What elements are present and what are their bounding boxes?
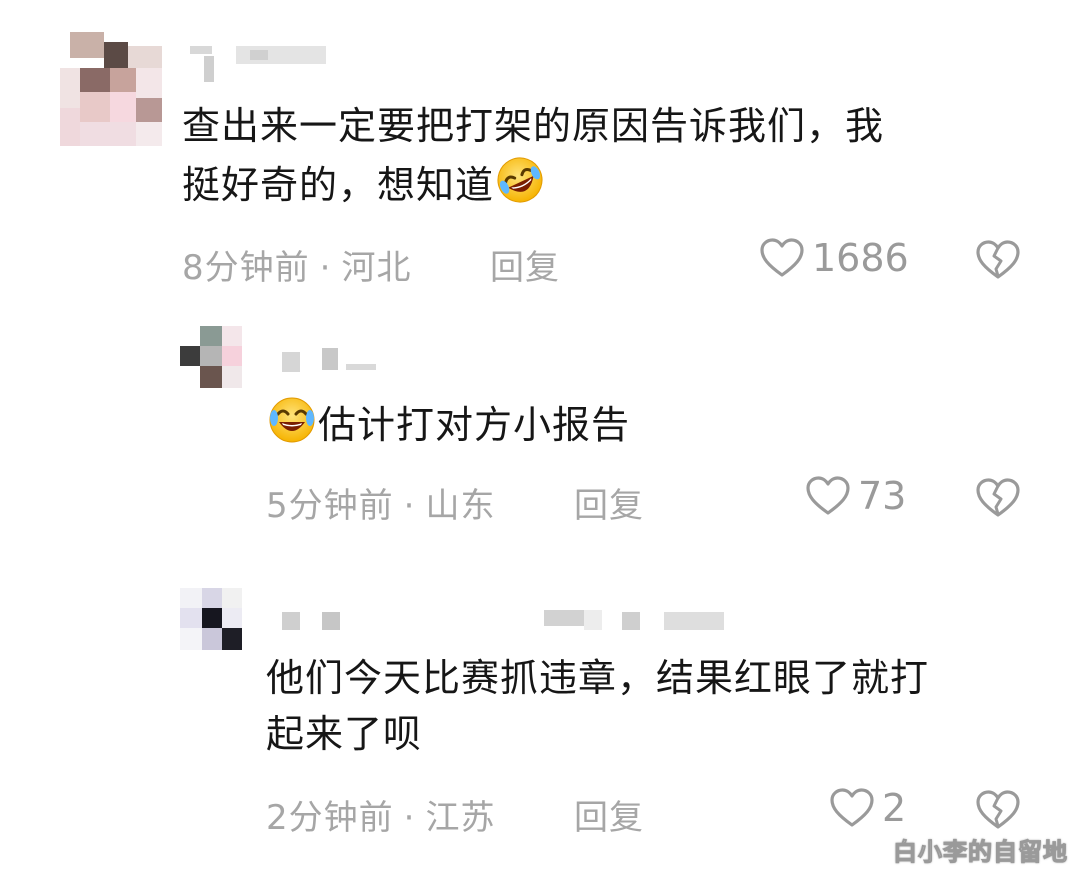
- avatar[interactable]: [60, 32, 162, 146]
- comment-time: 2分钟前: [266, 798, 394, 838]
- heart-outline-icon: [830, 788, 874, 827]
- crying-laughing-emoji: [266, 394, 318, 446]
- comment-1: 查出来一定要把打架的原因告诉我们，我 挺好奇的，想知道 8分钟前 · 河北 回复 1…: [0, 0, 1080, 300]
- like-button[interactable]: 1686: [758, 234, 909, 282]
- username-blurred[interactable]: [282, 348, 382, 372]
- reply-button[interactable]: 回复: [490, 240, 560, 289]
- dislike-button[interactable]: [974, 236, 1022, 286]
- comment-text: 查出来一定要把打架的原因告诉我们，我 挺好奇的，想知道: [182, 98, 884, 213]
- comment-meta: 2分钟前 · 江苏: [266, 798, 496, 838]
- comment-location: 山东: [425, 486, 496, 526]
- like-button[interactable]: 73: [804, 472, 906, 520]
- like-count: 2: [882, 786, 907, 830]
- comment-time: 8分钟前: [182, 248, 310, 288]
- comment-2: 估计打对方小报告 5分钟前 · 山东 回复 73: [0, 300, 1080, 560]
- comment-location: 江苏: [425, 798, 496, 838]
- dislike-button[interactable]: [974, 474, 1022, 524]
- reply-button[interactable]: 回复: [574, 478, 644, 527]
- comment-time: 5分钟前: [266, 486, 394, 526]
- like-count: 73: [858, 474, 907, 518]
- like-count: 1686: [812, 236, 909, 280]
- comment-location: 河北: [341, 248, 412, 288]
- rolling-laughing-emoji: [494, 154, 546, 206]
- comment-meta: 5分钟前 · 山东: [266, 486, 496, 526]
- avatar[interactable]: [180, 326, 242, 388]
- reply-button[interactable]: 回复: [574, 790, 644, 839]
- heart-outline-icon: [806, 476, 850, 515]
- watermark: 白小李的自留地: [893, 838, 1068, 867]
- username-blurred[interactable]: [190, 46, 330, 82]
- comment-text: 他们今天比赛抓违章，结果红眼了就打 起来了呗: [266, 656, 930, 756]
- broken-heart-icon: [976, 790, 1020, 829]
- broken-heart-icon: [976, 240, 1020, 279]
- heart-outline-icon: [760, 238, 804, 277]
- dislike-button[interactable]: [974, 786, 1022, 836]
- comment-meta: 8分钟前 · 河北: [182, 248, 412, 288]
- avatar[interactable]: [180, 588, 242, 650]
- username-blurred[interactable]: [282, 610, 732, 634]
- like-button[interactable]: 2: [828, 784, 906, 832]
- comment-text: 估计打对方小报告: [266, 394, 630, 453]
- broken-heart-icon: [976, 478, 1020, 517]
